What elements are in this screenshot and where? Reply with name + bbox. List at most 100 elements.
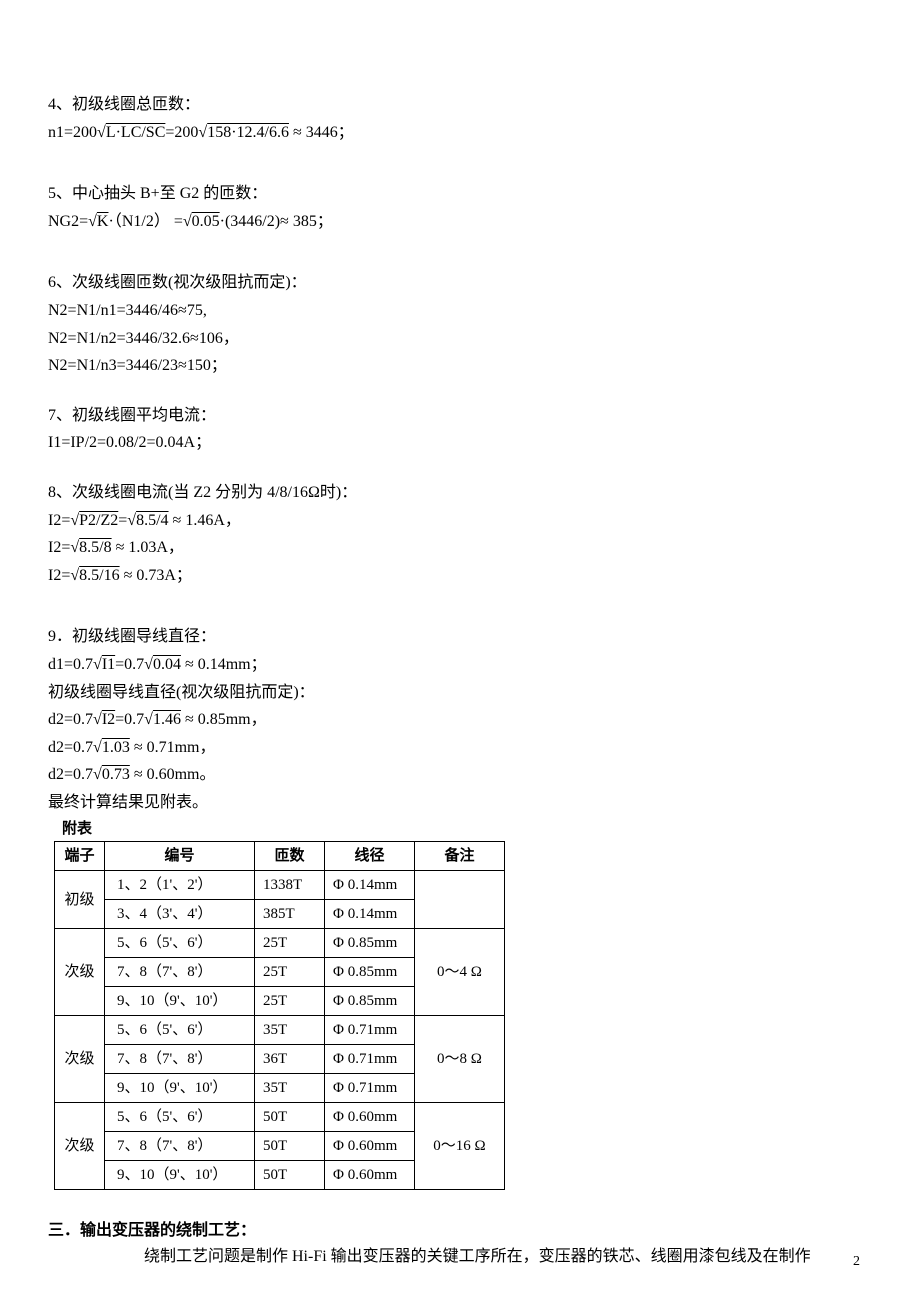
table-cell-zashu: 50T	[255, 1103, 325, 1132]
table-cell-zashu: 50T	[255, 1161, 325, 1190]
formula-sqrt: 0.73	[102, 766, 130, 783]
table-cell-bianhao: 7、8（7'、8'）	[105, 1045, 255, 1074]
formula-part: =0.7√	[115, 656, 153, 673]
formula-part: d1=0.7√	[48, 656, 102, 673]
table-cell-duanzi: 次级	[55, 1016, 105, 1103]
formula-part: ≈ 0.14mm；	[181, 656, 267, 673]
formula-sqrt: 1.46	[153, 711, 181, 728]
formula-part: =0.7√	[115, 711, 153, 728]
section-6-heading: 6、次级线圈匝数(视次级阻抗而定)：	[48, 270, 872, 296]
section-9-formula-4: d2=0.7√0.73 ≈ 0.60mm。	[48, 762, 872, 788]
section-5-heading: 5、中心抽头 B+至 G2 的匝数：	[48, 181, 872, 207]
section-9-formula-3: d2=0.7√1.03 ≈ 0.71mm，	[48, 735, 872, 761]
table-cell-beizhu	[415, 871, 505, 929]
formula-part: ·（N1/2） =√	[108, 213, 191, 230]
table-row: 次级5、6（5'、6'）25TΦ 0.85mm0～4 Ω	[55, 929, 505, 958]
section-8-formula-3: I2=√8.5/16 ≈ 0.73A；	[48, 563, 872, 589]
section-4-formula: n1=200√L·LC/SC=200√158·12.4/6.6 ≈ 3446；	[48, 120, 872, 146]
table-cell-duanzi: 初级	[55, 871, 105, 929]
section-9-formula-2: d2=0.7√I2=0.7√1.46 ≈ 0.85mm，	[48, 707, 872, 733]
formula-part: ·(3446/2)≈ 385；	[220, 213, 333, 230]
section-7-line-1: I1=IP/2=0.08/2=0.04A；	[48, 430, 872, 456]
table-cell-xianjing: Φ 0.60mm	[325, 1132, 415, 1161]
section-8-heading: 8、次级线圈电流(当 Z2 分别为 4/8/16Ω时)：	[48, 480, 872, 506]
table-cell-zashu: 25T	[255, 958, 325, 987]
formula-sqrt: I1	[102, 656, 115, 673]
formula-part: I2=√	[48, 512, 79, 529]
formula-sqrt: K	[97, 213, 109, 230]
table-cell-beizhu: 0～4 Ω	[415, 929, 505, 1016]
section-3-body: 绕制工艺问题是制作 Hi-Fi 输出变压器的关键工序所在，变压器的铁芯、线圈用漆…	[48, 1244, 872, 1270]
formula-part: ≈ 0.85mm，	[181, 711, 267, 728]
section-5-formula: NG2=√K·（N1/2） =√0.05·(3446/2)≈ 385；	[48, 209, 872, 235]
table-cell-xianjing: Φ 0.85mm	[325, 958, 415, 987]
formula-part: ≈ 1.46A，	[169, 512, 241, 529]
results-table: 端子 编号 匝数 线径 备注 初级1、2（1'、2'）1338TΦ 0.14mm…	[54, 841, 505, 1190]
table-row: 次级5、6（5'、6'）35TΦ 0.71mm0～8 Ω	[55, 1016, 505, 1045]
table-cell-bianhao: 9、10（9'、10'）	[105, 987, 255, 1016]
table-cell-xianjing: Φ 0.14mm	[325, 871, 415, 900]
formula-part: =√	[118, 512, 136, 529]
table-cell-duanzi: 次级	[55, 1103, 105, 1190]
table-cell-xianjing: Φ 0.14mm	[325, 900, 415, 929]
page-number: 2	[853, 1251, 860, 1273]
formula-part: d2=0.7√	[48, 711, 102, 728]
table-cell-zashu: 25T	[255, 929, 325, 958]
section-9-formula-1: d1=0.7√I1=0.7√0.04 ≈ 0.14mm；	[48, 652, 872, 678]
formula-sqrt: P2/Z2	[79, 512, 118, 529]
formula-part: I2=√	[48, 539, 79, 556]
table-cell-bianhao: 5、6（5'、6'）	[105, 929, 255, 958]
table-header-bianhao: 编号	[105, 842, 255, 871]
section-6-line-1: N2=N1/n1=3446/46≈75,	[48, 298, 872, 324]
formula-part: ≈ 0.60mm。	[130, 766, 216, 783]
section-3-title: 三．输出变压器的绕制工艺：	[48, 1218, 872, 1244]
table-cell-bianhao: 3、4（3'、4'）	[105, 900, 255, 929]
formula-sqrt: 8.5/16	[79, 567, 119, 584]
table-cell-xianjing: Φ 0.71mm	[325, 1016, 415, 1045]
table-cell-zashu: 385T	[255, 900, 325, 929]
table-cell-bianhao: 5、6（5'、6'）	[105, 1016, 255, 1045]
section-9-subheading: 初级线圈导线直径(视次级阻抗而定)：	[48, 680, 872, 706]
formula-sqrt: 1.03	[102, 739, 130, 756]
formula-part: =200√	[165, 124, 207, 141]
table-cell-bianhao: 1、2（1'、2'）	[105, 871, 255, 900]
formula-part: n1=200√	[48, 124, 106, 141]
table-cell-zashu: 50T	[255, 1132, 325, 1161]
table-header-zashu: 匝数	[255, 842, 325, 871]
table-cell-xianjing: Φ 0.71mm	[325, 1074, 415, 1103]
section-9-heading: 9．初级线圈导线直径：	[48, 624, 872, 650]
section-8-formula-1: I2=√P2/Z2=√8.5/4 ≈ 1.46A，	[48, 508, 872, 534]
formula-sqrt: 158·12.4/6.6	[207, 124, 289, 141]
section-8-formula-2: I2=√8.5/8 ≈ 1.03A，	[48, 535, 872, 561]
table-header-duanzi: 端子	[55, 842, 105, 871]
formula-sqrt: 0.05	[192, 213, 220, 230]
formula-part: ≈ 1.03A，	[112, 539, 184, 556]
table-cell-xianjing: Φ 0.85mm	[325, 987, 415, 1016]
table-header-row: 端子 编号 匝数 线径 备注	[55, 842, 505, 871]
table-cell-bianhao: 5、6（5'、6'）	[105, 1103, 255, 1132]
table-cell-zashu: 1338T	[255, 871, 325, 900]
table-cell-zashu: 35T	[255, 1074, 325, 1103]
formula-sqrt: 0.04	[153, 656, 181, 673]
table-cell-zashu: 36T	[255, 1045, 325, 1074]
table-cell-beizhu: 0～8 Ω	[415, 1016, 505, 1103]
table-cell-xianjing: Φ 0.71mm	[325, 1045, 415, 1074]
table-cell-zashu: 25T	[255, 987, 325, 1016]
table-row: 次级5、6（5'、6'）50TΦ 0.60mm0～16 Ω	[55, 1103, 505, 1132]
formula-part: NG2=√	[48, 213, 97, 230]
table-cell-xianjing: Φ 0.60mm	[325, 1161, 415, 1190]
table-cell-bianhao: 9、10（9'、10'）	[105, 1074, 255, 1103]
table-cell-duanzi: 次级	[55, 929, 105, 1016]
formula-part: d2=0.7√	[48, 766, 102, 783]
table-cell-bianhao: 9、10（9'、10'）	[105, 1161, 255, 1190]
formula-sqrt: I2	[102, 711, 115, 728]
table-cell-xianjing: Φ 0.60mm	[325, 1103, 415, 1132]
formula-sqrt: 8.5/4	[136, 512, 168, 529]
formula-part: d2=0.7√	[48, 739, 102, 756]
formula-sqrt: 8.5/8	[79, 539, 111, 556]
section-4-heading: 4、初级线圈总匝数：	[48, 92, 872, 118]
table-caption: 附表	[54, 817, 872, 841]
table-cell-zashu: 35T	[255, 1016, 325, 1045]
table-cell-beizhu: 0～16 Ω	[415, 1103, 505, 1190]
table-cell-bianhao: 7、8（7'、8'）	[105, 958, 255, 987]
